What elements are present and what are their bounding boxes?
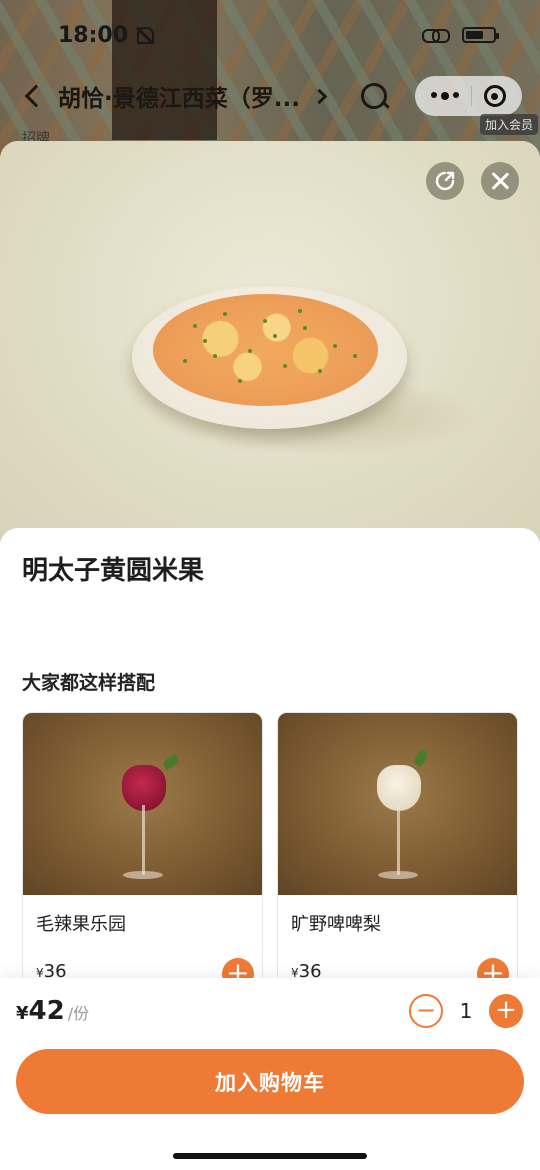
pairing-card[interactable]: 毛辣果乐园 ¥36 +: [22, 712, 263, 1012]
glass-stem: [142, 805, 145, 875]
share-button[interactable]: [426, 162, 464, 200]
close-icon: [490, 171, 510, 191]
glass-stem: [397, 805, 400, 875]
bottom-action-bar: ¥ 42 /份 − 1 + 加入购物车: [0, 978, 540, 1170]
pairing-card[interactable]: 旷野啤啤梨 ¥36 +: [277, 712, 518, 1012]
glass-base: [123, 871, 163, 879]
pairing-name: 毛辣果乐园: [36, 914, 126, 935]
pairing-image: [278, 713, 517, 895]
garnish: [161, 753, 181, 771]
quantity-stepper: − 1 +: [409, 994, 523, 1028]
minus-icon[interactable]: −: [409, 994, 443, 1028]
food: [153, 294, 378, 406]
home-indicator: [173, 1153, 367, 1159]
plus-icon[interactable]: +: [489, 994, 523, 1028]
add-to-cart-button[interactable]: 加入购物车: [16, 1049, 524, 1114]
pairing-image: [23, 713, 262, 895]
glass-base: [378, 871, 418, 879]
dish-image: [0, 141, 540, 541]
pairing-list: 毛辣果乐园 ¥36 + 旷野啤啤梨 ¥36 +: [22, 712, 518, 1012]
price-symbol: ¥: [16, 1003, 29, 1024]
dish-price: ¥ 42 /份: [16, 996, 89, 1026]
pairing-title: 大家都这样搭配: [22, 672, 156, 694]
close-button[interactable]: [481, 162, 519, 200]
share-icon: [435, 171, 455, 191]
garnish: [412, 748, 430, 768]
price-value: 42: [28, 996, 65, 1026]
dish-name: 明太子黄圆米果: [22, 556, 205, 586]
pairing-name: 旷野啤啤梨: [291, 914, 381, 935]
price-unit: /份: [67, 1004, 90, 1023]
quantity-value: 1: [459, 999, 473, 1023]
